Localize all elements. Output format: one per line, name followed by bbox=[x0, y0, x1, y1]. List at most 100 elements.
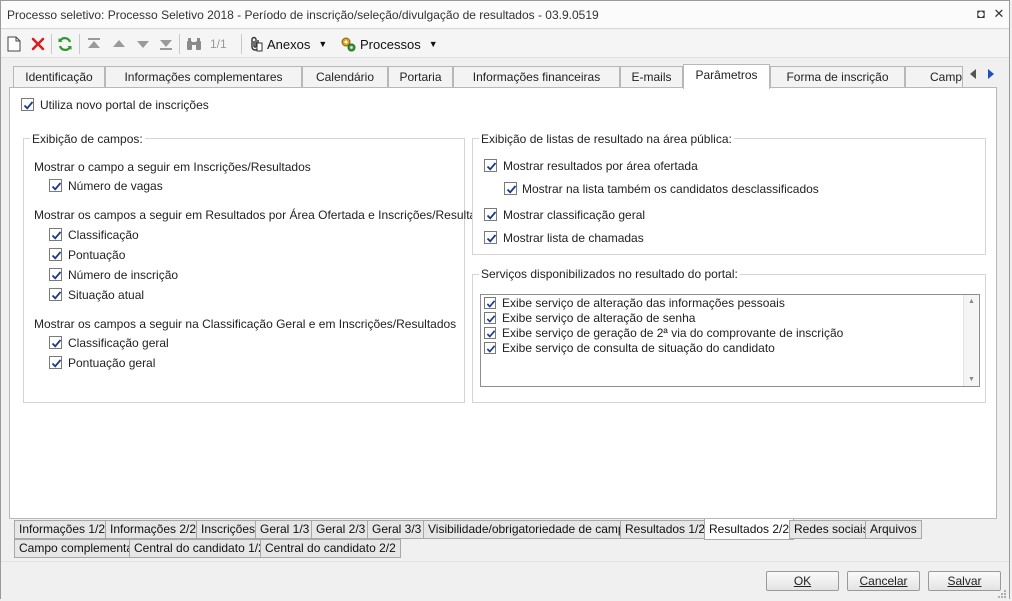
services-checklist[interactable]: Exibe serviço de alteração das informaçõ… bbox=[480, 294, 980, 387]
general-score-checkbox[interactable] bbox=[49, 356, 62, 369]
services-group-title: Serviços disponibilizados no resultado d… bbox=[479, 267, 740, 281]
tab-geral-1-3[interactable]: Geral 1/3 bbox=[255, 520, 315, 539]
resize-grip-icon[interactable] bbox=[997, 589, 1007, 599]
new-portal-label: Utiliza novo portal de inscrições bbox=[40, 98, 209, 112]
record-pager: 1/1 bbox=[210, 37, 227, 51]
window: Processo seletivo: Processo Seletivo 201… bbox=[0, 0, 1010, 601]
close-icon[interactable]: ✕ bbox=[991, 6, 1007, 22]
results-by-area-checkbox[interactable] bbox=[484, 159, 497, 172]
service-status-inquiry-checkbox[interactable] bbox=[484, 342, 496, 354]
service-receipt-copy-checkbox[interactable] bbox=[484, 327, 496, 339]
tab-campo-complementar[interactable]: Campo complementar bbox=[14, 539, 143, 558]
current-status-label: Situação atual bbox=[68, 288, 145, 302]
tab-informacoes-1-2[interactable]: Informações 1/2 bbox=[14, 520, 111, 539]
tab-informacoes-2-2[interactable]: Informações 2/2 bbox=[105, 520, 202, 539]
new-document-icon bbox=[7, 36, 21, 52]
service-status-inquiry-label: Exibe serviço de consulta de situação do… bbox=[502, 341, 775, 355]
tab-inscricoes[interactable]: Inscrições bbox=[196, 520, 261, 539]
tab-geral-3-3[interactable]: Geral 3/3 bbox=[367, 520, 427, 539]
tab-informacoes-financeiras[interactable]: Informações financeiras bbox=[453, 66, 620, 88]
new-record-button[interactable] bbox=[7, 34, 21, 54]
fields-group-title: Exibição de campos: bbox=[30, 132, 145, 146]
chevron-down-icon: ▼ bbox=[428, 39, 438, 49]
section2-label: Mostrar os campos a seguir em Resultados… bbox=[34, 208, 496, 222]
general-classification-list-checkbox[interactable] bbox=[484, 208, 497, 221]
service-personal-info-checkbox[interactable] bbox=[484, 297, 496, 309]
dialog-footer: OK Cancelar Salvar bbox=[1, 561, 1009, 601]
tab-informacoes-complementares[interactable]: Informações complementares bbox=[105, 66, 302, 88]
tab-visibilidade[interactable]: Visibilidade/obrigatoriedade de campos bbox=[423, 520, 643, 539]
paperclip-icon bbox=[251, 36, 263, 52]
registration-number-checkbox[interactable] bbox=[49, 268, 62, 281]
section3-label: Mostrar os campos a seguir na Classifica… bbox=[34, 317, 457, 331]
bottom-tab-strip: Informações 1/2 Informações 2/2 Inscriçõ… bbox=[14, 519, 997, 559]
tab-forma-de-inscricao[interactable]: Forma de inscrição bbox=[770, 66, 905, 88]
refresh-button[interactable] bbox=[57, 34, 73, 54]
tab-central-candidato-2-2[interactable]: Central do candidato 2/2 bbox=[260, 539, 401, 558]
results-by-area-label: Mostrar resultados por área ofertada bbox=[503, 159, 698, 173]
first-arrow-icon bbox=[88, 38, 100, 48]
search-button[interactable] bbox=[186, 34, 202, 54]
tab-campos[interactable]: Camp bbox=[905, 66, 963, 88]
cancel-button[interactable]: Cancelar bbox=[847, 571, 920, 591]
first-record-button[interactable] bbox=[87, 34, 101, 54]
next-record-button[interactable] bbox=[136, 34, 150, 54]
show-disqualified-checkbox[interactable] bbox=[504, 182, 517, 195]
restore-icon[interactable]: ◘ bbox=[973, 6, 989, 22]
previous-record-button[interactable] bbox=[112, 34, 126, 54]
ok-button[interactable]: OK bbox=[766, 571, 839, 591]
score-label: Pontuação bbox=[68, 248, 126, 262]
top-tab-strip: Identificação Informações complementares… bbox=[9, 64, 1001, 89]
classification-label: Classificação bbox=[68, 228, 139, 242]
refresh-icon bbox=[58, 37, 72, 51]
attachments-menu[interactable]: Anexos ▼ bbox=[249, 34, 327, 54]
delete-x-icon bbox=[31, 37, 45, 51]
title-bar: Processo seletivo: Processo Seletivo 201… bbox=[1, 1, 1009, 29]
classification-checkbox[interactable] bbox=[49, 228, 62, 241]
call-list-checkbox[interactable] bbox=[484, 231, 497, 244]
tab-scroll-left-icon[interactable] bbox=[967, 67, 979, 81]
delete-button[interactable] bbox=[30, 34, 46, 54]
tab-resultados-1-2[interactable]: Resultados 1/2 bbox=[620, 520, 711, 539]
processes-label: Processos bbox=[360, 36, 421, 52]
last-record-button[interactable] bbox=[159, 34, 173, 54]
tab-central-candidato-1-2[interactable]: Central do candidato 1/2 bbox=[129, 539, 270, 558]
service-password-checkbox[interactable] bbox=[484, 312, 496, 324]
binoculars-icon bbox=[187, 38, 201, 50]
tab-calendario[interactable]: Calendário bbox=[302, 66, 388, 88]
general-classification-label: Classificação geral bbox=[68, 336, 169, 350]
lists-group-title: Exibição de listas de resultado na área … bbox=[479, 132, 734, 146]
call-list-label: Mostrar lista de chamadas bbox=[503, 231, 644, 245]
general-classification-checkbox[interactable] bbox=[49, 336, 62, 349]
tab-redes-sociais[interactable]: Redes sociais bbox=[789, 520, 874, 539]
down-arrow-icon bbox=[137, 41, 149, 48]
number-of-vacancies-checkbox[interactable] bbox=[49, 179, 62, 192]
toolbar: 1/1 Anexos ▼ Processos ▼ bbox=[1, 30, 1009, 58]
general-classification-list-label: Mostrar classificação geral bbox=[503, 208, 646, 222]
service-personal-info-label: Exibe serviço de alteração das informaçõ… bbox=[502, 296, 785, 310]
tab-portaria[interactable]: Portaria bbox=[388, 66, 453, 88]
new-portal-checkbox[interactable] bbox=[21, 98, 34, 111]
tab-emails[interactable]: E-mails bbox=[620, 66, 683, 88]
window-title: Processo seletivo: Processo Seletivo 201… bbox=[7, 8, 599, 22]
scroll-down-icon[interactable]: ▼ bbox=[968, 376, 975, 383]
save-button[interactable]: Salvar bbox=[928, 571, 1001, 591]
tab-parametros[interactable]: Parâmetros bbox=[683, 64, 770, 89]
score-checkbox[interactable] bbox=[49, 248, 62, 261]
scroll-up-icon[interactable]: ▲ bbox=[968, 298, 975, 305]
tab-resultados-2-2[interactable]: Resultados 2/2 bbox=[704, 519, 795, 540]
section1-label: Mostrar o campo a seguir em Inscrições/R… bbox=[34, 160, 311, 174]
up-arrow-icon bbox=[113, 40, 125, 47]
processes-menu[interactable]: Processos ▼ bbox=[340, 34, 438, 54]
tab-scroll-right-icon[interactable] bbox=[985, 67, 997, 81]
service-password-label: Exibe serviço de alteração de senha bbox=[502, 311, 696, 325]
general-score-label: Pontuação geral bbox=[68, 356, 156, 370]
tab-geral-2-3[interactable]: Geral 2/3 bbox=[311, 520, 371, 539]
chevron-down-icon: ▼ bbox=[318, 39, 328, 49]
last-arrow-icon bbox=[160, 40, 172, 50]
tab-arquivos[interactable]: Arquivos bbox=[865, 520, 922, 539]
attachments-label: Anexos bbox=[267, 36, 311, 52]
current-status-checkbox[interactable] bbox=[49, 288, 62, 301]
services-scrollbar[interactable]: ▲ ▼ bbox=[963, 295, 979, 386]
tab-identificacao[interactable]: Identificação bbox=[13, 66, 105, 88]
